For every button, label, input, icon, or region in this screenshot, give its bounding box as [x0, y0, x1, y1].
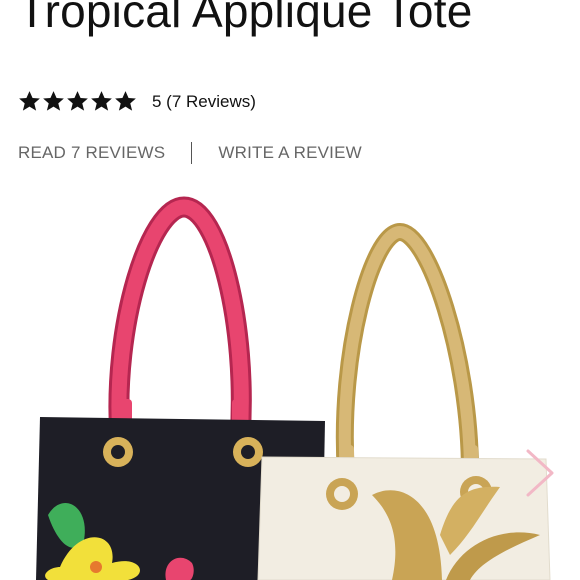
star-icon — [115, 91, 136, 111]
read-reviews-link[interactable]: READ 7 REVIEWS — [18, 143, 165, 163]
chevron-right-icon[interactable] — [522, 447, 558, 499]
page-title: Tropical Applique Tote — [18, 0, 473, 37]
rating-summary: 5 (7 Reviews) — [152, 91, 256, 111]
product-image-carousel[interactable] — [0, 195, 580, 580]
write-review-link[interactable]: WRITE A REVIEW — [218, 143, 362, 163]
star-icon — [43, 91, 64, 111]
link-divider — [191, 142, 193, 164]
star-icon — [67, 91, 88, 111]
star-icon — [91, 91, 112, 111]
review-links: READ 7 REVIEWS WRITE A REVIEW — [18, 142, 362, 164]
product-image — [36, 196, 551, 580]
cream-tote-bag — [257, 222, 551, 580]
star-icon — [19, 91, 40, 111]
rating-row[interactable]: 5 (7 Reviews) — [18, 90, 256, 113]
star-rating — [18, 90, 137, 113]
